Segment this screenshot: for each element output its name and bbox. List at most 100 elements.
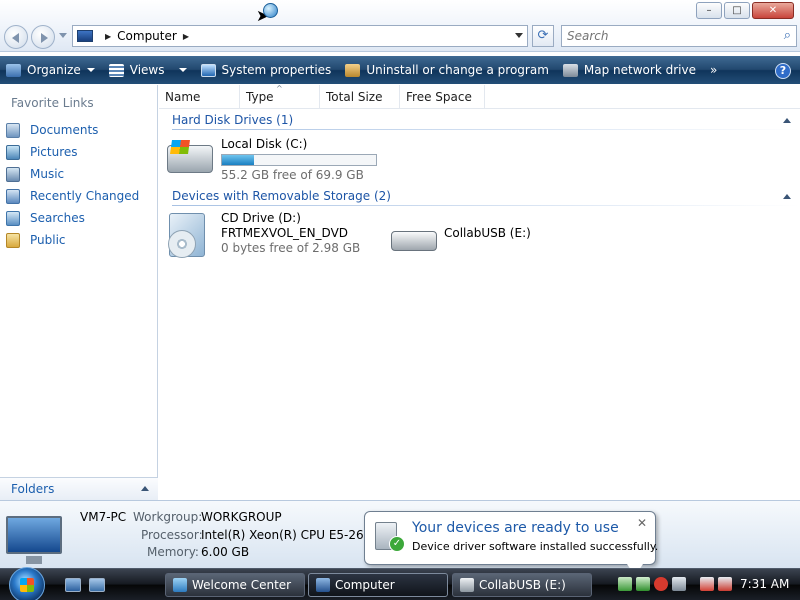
clock[interactable]: 7:31 AM	[740, 577, 789, 591]
favorite-links-heading: Favorite Links	[11, 96, 94, 110]
sidebar-item-label: Recently Changed	[30, 189, 140, 203]
sidebar-item-documents[interactable]: Documents	[6, 119, 139, 141]
folders-toggle[interactable]: Folders	[0, 477, 158, 500]
minimize-button[interactable]: –	[696, 2, 722, 19]
sidebar-item-pictures[interactable]: Pictures	[6, 141, 139, 163]
collapse-group-icon[interactable]	[783, 194, 791, 199]
cd-drive-icon	[168, 213, 205, 258]
uninstall-program-button[interactable]: Uninstall or change a program	[345, 63, 549, 77]
taskbar-button-computer[interactable]: Computer	[308, 573, 448, 597]
taskbar-button-collabusb[interactable]: CollabUSB (E:)	[452, 573, 592, 597]
volume-label: FRTMEXVOL_EN_DVD	[221, 226, 349, 240]
navigation-pane: Favorite Links Documents Pictures Music …	[0, 85, 158, 500]
start-button[interactable]	[9, 567, 45, 600]
column-header-total-size[interactable]: Total Size	[320, 85, 400, 109]
favorite-links-list: Documents Pictures Music Recently Change…	[6, 119, 139, 251]
switch-windows-icon[interactable]	[89, 578, 105, 592]
uninstall-icon	[345, 63, 361, 77]
address-bar[interactable]: ▶ Computer ▶	[72, 25, 528, 47]
welcome-center-icon	[173, 578, 187, 592]
map-network-drive-button[interactable]: Map network drive	[562, 63, 696, 77]
window-controls: – □ ✕	[696, 2, 794, 19]
disk-usage-bar	[221, 154, 377, 166]
computer-monitor-icon	[6, 516, 62, 564]
computer-icon	[316, 578, 330, 592]
usb-drive-icon	[391, 231, 437, 251]
usb-drive-icon	[460, 578, 474, 592]
recent-pages-dropdown-icon[interactable]	[59, 33, 67, 38]
help-button[interactable]: ?	[775, 63, 791, 79]
drive-collabusb-e[interactable]: CollabUSB (E:)	[389, 225, 589, 255]
drive-cd-d[interactable]: CD Drive (D:) FRTMEXVOL_EN_DVD 0 bytes f…	[167, 211, 397, 259]
close-icon[interactable]: ✕	[635, 516, 649, 530]
address-dropdown-icon[interactable]	[515, 33, 523, 38]
network-disconnected-icon[interactable]	[700, 577, 714, 591]
organize-button[interactable]: Organize	[6, 63, 95, 77]
forward-button[interactable]	[31, 25, 55, 49]
column-header-free-space[interactable]: Free Space	[400, 85, 485, 109]
file-list-pane: Name ^ Type Total Size Free Space Hard D…	[159, 84, 800, 500]
folders-label: Folders	[11, 482, 55, 496]
views-icon	[108, 63, 124, 77]
pictures-icon	[6, 144, 20, 160]
checkmark-icon: ✓	[389, 536, 405, 552]
back-button[interactable]	[4, 25, 28, 49]
show-desktop-icon[interactable]	[65, 578, 81, 592]
column-header-name[interactable]: Name	[159, 85, 240, 109]
sidebar-item-label: Pictures	[30, 145, 78, 159]
more-commands-button[interactable]: »	[710, 63, 717, 77]
task-label: Computer	[335, 578, 395, 592]
display-icon[interactable]	[672, 577, 686, 591]
processor-label: Processor:	[141, 528, 203, 542]
taskbar-button-welcome-center[interactable]: Welcome Center	[165, 573, 305, 597]
disk-usage-fill	[222, 155, 255, 165]
sidebar-item-label: Searches	[30, 211, 85, 225]
sidebar-item-recently-changed[interactable]: Recently Changed	[6, 185, 139, 207]
system-properties-button[interactable]: System properties	[200, 63, 331, 77]
drive-name: CD Drive (D:)	[221, 211, 301, 225]
group-divider	[172, 205, 800, 206]
command-bar: Organize Views System properties Uninsta…	[0, 56, 800, 84]
volume-muted-icon[interactable]	[718, 577, 732, 591]
drive-local-disk-c[interactable]: Local Disk (C:) 55.2 GB free of 69.9 GB	[167, 137, 427, 183]
refresh-button[interactable]: ⟳	[532, 25, 554, 47]
chevron-up-icon	[141, 486, 149, 491]
maximize-button[interactable]: □	[724, 2, 750, 19]
group-label: Devices with Removable Storage (2)	[172, 189, 391, 203]
network-drive-icon	[562, 63, 578, 77]
security-alert-icon[interactable]	[654, 577, 668, 591]
search-icon[interactable]: ⌕	[784, 28, 791, 43]
views-button[interactable]: Views	[108, 63, 187, 77]
memory-value: 6.00 GB	[201, 545, 250, 559]
uninstall-label: Uninstall or change a program	[366, 63, 549, 77]
breadcrumb-computer[interactable]: Computer	[117, 29, 177, 43]
notification-balloon[interactable]: ✓ Your devices are ready to use Device d…	[364, 511, 658, 576]
drive-name: Local Disk (C:)	[221, 137, 308, 151]
collapse-group-icon[interactable]	[783, 118, 791, 123]
group-removable-storage[interactable]: Devices with Removable Storage (2)	[172, 189, 800, 206]
task-label: Welcome Center	[192, 578, 292, 592]
computer-name: VM7-PC	[80, 510, 127, 524]
map-drive-label: Map network drive	[583, 63, 696, 77]
search-input[interactable]	[562, 26, 762, 46]
search-box[interactable]: ⌕	[561, 25, 797, 47]
views-label: Views	[129, 63, 165, 77]
breadcrumb-arrow-icon[interactable]: ▶	[105, 32, 111, 41]
sidebar-item-public[interactable]: Public	[6, 229, 139, 251]
breadcrumb-arrow-icon[interactable]: ▶	[183, 32, 189, 41]
group-label: Hard Disk Drives (1)	[172, 113, 294, 127]
sidebar-item-label: Documents	[30, 123, 99, 137]
device-check-icon[interactable]	[618, 577, 632, 591]
processor-value: Intel(R) Xeon(R) CPU E5-2697 v	[201, 528, 390, 542]
device-installed-icon[interactable]	[636, 577, 650, 591]
sidebar-item-music[interactable]: Music	[6, 163, 139, 185]
memory-label: Memory:	[147, 545, 199, 559]
close-button[interactable]: ✕	[752, 2, 794, 19]
drive-name: CollabUSB (E:)	[444, 226, 531, 240]
documents-icon	[6, 122, 20, 138]
group-hard-disk-drives[interactable]: Hard Disk Drives (1)	[172, 113, 800, 130]
chevron-down-icon	[178, 68, 187, 72]
sidebar-item-searches[interactable]: Searches	[6, 207, 139, 229]
column-header-type-label: Type	[246, 90, 274, 104]
column-header-type[interactable]: ^ Type	[240, 84, 320, 109]
